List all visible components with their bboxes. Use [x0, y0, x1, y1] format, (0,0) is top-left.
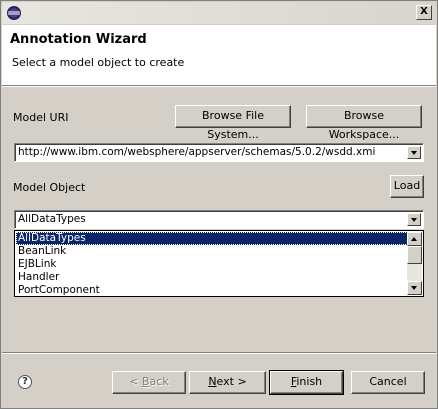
model-uri-value: http://www.ibm.com/websphere/appserver/s…	[18, 146, 376, 158]
page-title: Annotation Wizard	[10, 32, 147, 47]
page-message: Select a model object to create	[12, 56, 185, 69]
back-button[interactable]: < Back	[112, 371, 186, 394]
footer-separator-highlight	[2, 353, 436, 354]
finish-label: Finish	[291, 375, 322, 388]
chevron-up-icon	[411, 237, 417, 241]
model-object-dropdown-list[interactable]: AllDataTypes BeanLink EJBLink Handler Po…	[14, 230, 424, 297]
model-uri-dropdown-button[interactable]	[407, 146, 421, 159]
browse-file-system-button[interactable]: Browse File System...	[175, 105, 291, 141]
back-prefix: <	[129, 375, 142, 388]
list-item[interactable]: Handler	[16, 271, 408, 284]
banner-separator	[2, 86, 436, 87]
scroll-up-button[interactable]	[407, 232, 422, 246]
scroll-down-button[interactable]	[407, 281, 422, 295]
back-label: < Back	[129, 375, 168, 388]
close-button[interactable]: X	[416, 5, 432, 20]
browse-file-system-label: Browse File System...	[202, 109, 264, 141]
eclipse-logo-icon	[7, 6, 21, 20]
list-item[interactable]: EJBLink	[16, 258, 408, 271]
list-item[interactable]: AllDataTypes	[16, 232, 408, 245]
model-object-dropdown-button[interactable]	[407, 213, 421, 226]
close-icon: X	[420, 6, 428, 17]
finish-button[interactable]: Finish	[269, 370, 344, 395]
finish-rest: inish	[296, 375, 323, 388]
wizard-banner: Annotation Wizard Select a model object …	[2, 25, 436, 86]
load-button[interactable]: Load	[390, 175, 424, 198]
browse-workspace-label: Browse Workspace...	[328, 109, 400, 141]
wizard-window: X Annotation Wizard Select a model objec…	[0, 0, 438, 409]
next-button[interactable]: Next >	[189, 371, 266, 394]
list-scrollbar[interactable]	[407, 232, 422, 295]
cancel-button[interactable]: Cancel	[351, 371, 425, 394]
next-rest: ext >	[216, 375, 247, 388]
next-label: Next >	[208, 375, 246, 388]
help-icon[interactable]: ?	[18, 375, 32, 389]
model-object-value: AllDataTypes	[18, 213, 86, 225]
list-item[interactable]: BeanLink	[16, 245, 408, 258]
next-mnemonic: N	[208, 375, 217, 388]
load-label: Load	[393, 179, 421, 192]
model-uri-label: Model URI	[13, 111, 69, 124]
scroll-thumb[interactable]	[407, 246, 422, 264]
list-item[interactable]: PortComponent	[16, 284, 408, 297]
title-bar[interactable]: X	[2, 2, 436, 24]
help-glyph: ?	[22, 376, 28, 387]
browse-workspace-button[interactable]: Browse Workspace...	[306, 105, 422, 141]
model-object-combo[interactable]: AllDataTypes	[14, 210, 424, 229]
chevron-down-icon	[411, 218, 417, 222]
back-rest: ack	[149, 375, 169, 388]
back-mnemonic: B	[142, 375, 150, 388]
chevron-down-icon	[411, 286, 417, 290]
chevron-down-icon	[411, 151, 417, 155]
model-object-label: Model Object	[13, 181, 86, 194]
cancel-label: Cancel	[369, 375, 407, 388]
model-uri-combo[interactable]: http://www.ibm.com/websphere/appserver/s…	[14, 143, 424, 162]
